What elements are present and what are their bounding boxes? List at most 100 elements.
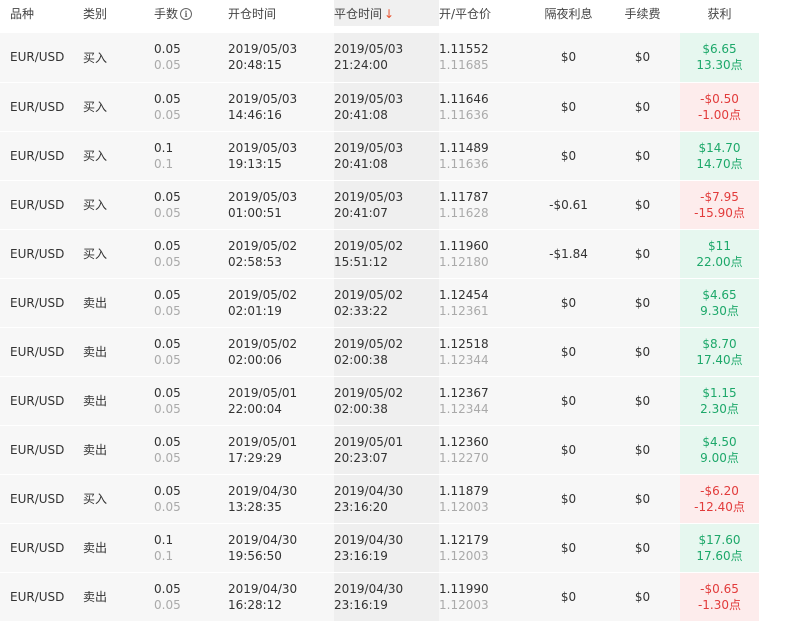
close-time-text: 02:33:22: [334, 303, 388, 318]
open-price-text: 1.12360: [439, 434, 489, 449]
cell-profit: $6.65 13.30点: [680, 33, 759, 83]
open-date-text: 2019/05/03: [228, 91, 298, 106]
open-date-text: 2019/05/01: [228, 434, 298, 449]
cell-lots: 0.05 0.05: [154, 327, 228, 377]
symbol-text: EUR/USD: [10, 491, 65, 506]
open-time-text: 20:48:15: [228, 58, 282, 73]
open-price-text: 1.12179: [439, 532, 489, 547]
symbol-text: EUR/USD: [10, 540, 65, 555]
open-price-text: 1.11646: [439, 91, 489, 106]
cell-close-time: 2019/05/03 20:41:07: [334, 180, 439, 230]
table-row[interactable]: EUR/USD 卖出 0.1 0.1 2019/04/30 19:56:50 201…: [0, 523, 785, 573]
header-swap[interactable]: 隔夜利息: [532, 0, 605, 26]
header-lots[interactable]: 手数 i: [154, 0, 228, 26]
cell-close-time: 2019/05/03 20:41:08: [334, 131, 439, 181]
cell-gap: [759, 229, 785, 279]
table-row[interactable]: EUR/USD 买入 0.05 0.05 2019/05/03 20:48:15 2…: [0, 33, 785, 83]
commission-text: $0: [634, 295, 651, 310]
table-row[interactable]: EUR/USD 卖出 0.05 0.05 2019/05/02 02:01:19 2…: [0, 278, 785, 328]
type-text: 买入: [83, 149, 108, 163]
header-open-time[interactable]: 开仓时间: [228, 0, 334, 26]
table-row[interactable]: EUR/USD 买入 0.05 0.05 2019/05/03 14:46:16 2…: [0, 82, 785, 132]
header-type[interactable]: 类别: [83, 0, 154, 26]
lots-text: 0.05: [154, 385, 181, 400]
cell-open-time: 2019/04/30 16:28:12: [228, 572, 334, 622]
close-price-text: 1.12361: [439, 303, 489, 318]
type-text: 卖出: [83, 296, 108, 310]
close-date-text: 2019/04/30: [334, 581, 404, 596]
commission-text: $0: [634, 393, 651, 408]
cell-symbol: EUR/USD: [0, 474, 83, 524]
open-time-text: 02:01:19: [228, 303, 282, 318]
header-profit[interactable]: 获利: [680, 0, 759, 26]
info-icon[interactable]: i: [180, 8, 193, 20]
close-time-text: 20:41:07: [334, 205, 388, 220]
type-text: 卖出: [83, 394, 108, 408]
cell-gap: [759, 82, 785, 132]
open-date-text: 2019/05/03: [228, 140, 298, 155]
open-time-text: 17:29:29: [228, 450, 282, 465]
cell-close-time: 2019/05/02 02:33:22: [334, 278, 439, 328]
profit-text: $6.65: [702, 42, 737, 57]
cell-type: 买入: [83, 131, 154, 181]
open-time-text: 01:00:51: [228, 205, 282, 220]
table-row[interactable]: EUR/USD 卖出 0.05 0.05 2019/05/01 22:00:04 2…: [0, 376, 785, 426]
arrow-down-icon[interactable]: ↓: [384, 7, 394, 21]
profit-text: $11: [708, 238, 731, 253]
open-price-text: 1.11879: [439, 483, 489, 498]
close-time-text: 20:41:08: [334, 107, 388, 122]
profit-text: $1.15: [702, 385, 737, 400]
swap-text: $0: [560, 393, 577, 408]
cell-swap: -$1.84: [532, 229, 605, 279]
open-date-text: 2019/05/01: [228, 385, 298, 400]
table-row[interactable]: EUR/USD 买入 0.1 0.1 2019/05/03 19:13:15 201…: [0, 131, 785, 181]
header-symbol[interactable]: 品种: [0, 0, 83, 26]
cell-swap: -$0.61: [532, 180, 605, 230]
cell-profit: -$6.20 -12.40点: [680, 474, 759, 524]
table-row[interactable]: EUR/USD 买入 0.05 0.05 2019/04/30 13:28:35 2…: [0, 474, 785, 524]
commission-text: $0: [634, 197, 651, 212]
cell-close-time: 2019/04/30 23:16:20: [334, 474, 439, 524]
header-close-time-label: 平仓时间: [334, 7, 383, 21]
points-text: -1.00点: [697, 107, 742, 122]
header-commission[interactable]: 手续费: [605, 0, 680, 26]
table-row[interactable]: EUR/USD 买入 0.05 0.05 2019/05/03 01:00:51 2…: [0, 180, 785, 230]
cell-price: 1.11879 1.12003: [439, 474, 532, 524]
cell-open-time: 2019/05/03 01:00:51: [228, 180, 334, 230]
close-price-text: 1.12180: [439, 254, 489, 269]
points-text: 14.70点: [696, 156, 743, 171]
swap-text: -$0.61: [549, 197, 588, 212]
swap-text: $0: [560, 99, 577, 114]
type-text: 买入: [83, 247, 108, 261]
open-price-text: 1.11787: [439, 189, 489, 204]
cell-gap: [759, 523, 785, 573]
cell-swap: $0: [532, 278, 605, 328]
table-row[interactable]: EUR/USD 卖出 0.05 0.05 2019/05/01 17:29:29 2…: [0, 425, 785, 475]
table-row[interactable]: EUR/USD 卖出 0.05 0.05 2019/04/30 16:28:12 2…: [0, 572, 785, 622]
open-time-text: 16:28:12: [228, 597, 282, 612]
cell-lots: 0.05 0.05: [154, 376, 228, 426]
cell-commission: $0: [605, 474, 680, 524]
header-close-time[interactable]: 平仓时间 ↓: [334, 0, 439, 26]
close-price-text: 1.12003: [439, 499, 489, 514]
commission-text: $0: [634, 50, 651, 65]
commission-text: $0: [634, 442, 651, 457]
cell-swap: $0: [532, 523, 605, 573]
close-date-text: 2019/05/03: [334, 189, 404, 204]
cell-gap: [759, 572, 785, 622]
symbol-text: EUR/USD: [10, 148, 65, 163]
close-time-text: 21:24:00: [334, 58, 388, 73]
open-time-text: 02:00:06: [228, 352, 282, 367]
cell-close-time: 2019/04/30 23:16:19: [334, 572, 439, 622]
cell-commission: $0: [605, 572, 680, 622]
profit-text: -$0.65: [700, 581, 739, 596]
table-row[interactable]: EUR/USD 买入 0.05 0.05 2019/05/02 02:58:53 2…: [0, 229, 785, 279]
lots-closed-text: 0.05: [154, 205, 181, 220]
header-price[interactable]: 开/平仓价: [439, 0, 532, 26]
cell-commission: $0: [605, 180, 680, 230]
profit-text: -$7.95: [700, 189, 739, 204]
cell-commission: $0: [605, 131, 680, 181]
cell-lots: 0.1 0.1: [154, 523, 228, 573]
table-row[interactable]: EUR/USD 卖出 0.05 0.05 2019/05/02 02:00:06 2…: [0, 327, 785, 377]
cell-open-time: 2019/05/02 02:01:19: [228, 278, 334, 328]
